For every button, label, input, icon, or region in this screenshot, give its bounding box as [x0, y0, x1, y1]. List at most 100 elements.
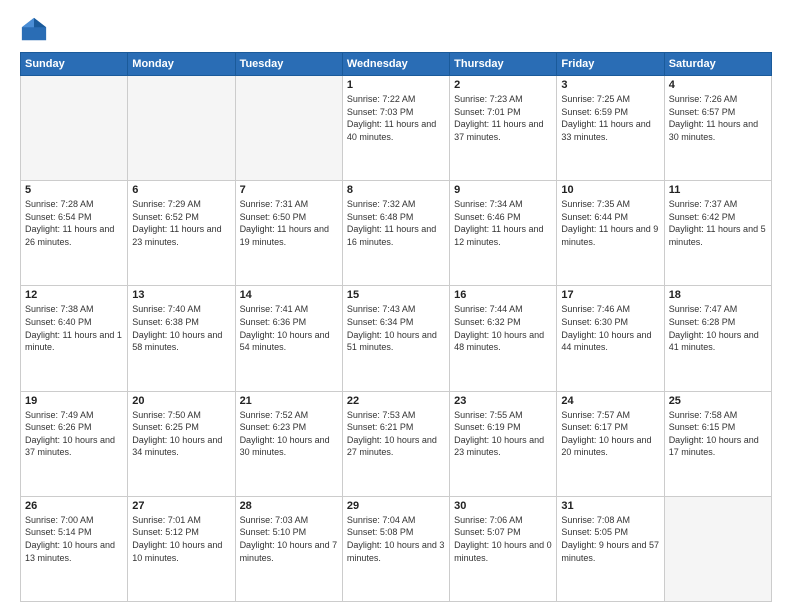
- day-cell: [664, 496, 771, 601]
- day-info: Sunrise: 7:03 AM Sunset: 5:10 PM Dayligh…: [240, 514, 338, 564]
- day-info: Sunrise: 7:31 AM Sunset: 6:50 PM Dayligh…: [240, 198, 338, 248]
- day-info: Sunrise: 7:50 AM Sunset: 6:25 PM Dayligh…: [132, 409, 230, 459]
- day-number: 1: [347, 79, 445, 91]
- day-number: 22: [347, 395, 445, 407]
- day-number: 10: [561, 184, 659, 196]
- day-cell: 30 Sunrise: 7:06 AM Sunset: 5:07 PM Dayli…: [450, 496, 557, 601]
- day-cell: 1 Sunrise: 7:22 AM Sunset: 7:03 PM Daylig…: [342, 76, 449, 181]
- day-number: 17: [561, 289, 659, 301]
- weekday-header-monday: Monday: [128, 53, 235, 76]
- day-cell: 8Sunrise: 7:32 AM Sunset: 6:48 PM Daylig…: [342, 181, 449, 286]
- day-cell: 7 Sunrise: 7:31 AM Sunset: 6:50 PM Daylig…: [235, 181, 342, 286]
- day-info: Sunrise: 7:04 AM Sunset: 5:08 PM Dayligh…: [347, 514, 445, 564]
- day-cell: 22 Sunrise: 7:53 AM Sunset: 6:21 PM Dayli…: [342, 391, 449, 496]
- day-cell: 19 Sunrise: 7:49 AM Sunset: 6:26 PM Dayli…: [21, 391, 128, 496]
- day-cell: 20 Sunrise: 7:50 AM Sunset: 6:25 PM Dayli…: [128, 391, 235, 496]
- day-cell: 15Sunrise: 7:43 AM Sunset: 6:34 PM Dayli…: [342, 286, 449, 391]
- week-row-4: 19 Sunrise: 7:49 AM Sunset: 6:26 PM Dayli…: [21, 391, 772, 496]
- day-number: 29: [347, 500, 445, 512]
- day-cell: 13 Sunrise: 7:40 AM Sunset: 6:38 PM Dayli…: [128, 286, 235, 391]
- day-info: Sunrise: 7:26 AM Sunset: 6:57 PM Dayligh…: [669, 93, 767, 143]
- day-cell: 29 Sunrise: 7:04 AM Sunset: 5:08 PM Dayli…: [342, 496, 449, 601]
- day-number: 25: [669, 395, 767, 407]
- day-info: Sunrise: 7:40 AM Sunset: 6:38 PM Dayligh…: [132, 303, 230, 353]
- day-info: Sunrise: 7:29 AM Sunset: 6:52 PM Dayligh…: [132, 198, 230, 248]
- day-cell: 21 Sunrise: 7:52 AM Sunset: 6:23 PM Dayli…: [235, 391, 342, 496]
- page: SundayMondayTuesdayWednesdayThursdayFrid…: [0, 0, 792, 612]
- weekday-header-row: SundayMondayTuesdayWednesdayThursdayFrid…: [21, 53, 772, 76]
- day-cell: 18 Sunrise: 7:47 AM Sunset: 6:28 PM Dayli…: [664, 286, 771, 391]
- day-info: Sunrise: 7:23 AM Sunset: 7:01 PM Dayligh…: [454, 93, 552, 143]
- day-number: 28: [240, 500, 338, 512]
- day-cell: 4 Sunrise: 7:26 AM Sunset: 6:57 PM Daylig…: [664, 76, 771, 181]
- day-info: Sunrise: 7:28 AM Sunset: 6:54 PM Dayligh…: [25, 198, 123, 248]
- day-number: 21: [240, 395, 338, 407]
- day-info: Sunrise: 7:58 AM Sunset: 6:15 PM Dayligh…: [669, 409, 767, 459]
- day-info: Sunrise: 7:01 AM Sunset: 5:12 PM Dayligh…: [132, 514, 230, 564]
- day-number: 11: [669, 184, 767, 196]
- week-row-5: 26 Sunrise: 7:00 AM Sunset: 5:14 PM Dayli…: [21, 496, 772, 601]
- day-cell: 23Sunrise: 7:55 AM Sunset: 6:19 PM Dayli…: [450, 391, 557, 496]
- weekday-header-friday: Friday: [557, 53, 664, 76]
- day-info: Sunrise: 7:52 AM Sunset: 6:23 PM Dayligh…: [240, 409, 338, 459]
- day-cell: 12Sunrise: 7:38 AM Sunset: 6:40 PM Dayli…: [21, 286, 128, 391]
- week-row-3: 12Sunrise: 7:38 AM Sunset: 6:40 PM Dayli…: [21, 286, 772, 391]
- day-number: 27: [132, 500, 230, 512]
- day-number: 13: [132, 289, 230, 301]
- day-cell: 5 Sunrise: 7:28 AM Sunset: 6:54 PM Daylig…: [21, 181, 128, 286]
- day-cell: 3Sunrise: 7:25 AM Sunset: 6:59 PM Daylig…: [557, 76, 664, 181]
- day-cell: 31 Sunrise: 7:08 AM Sunset: 5:05 PM Dayli…: [557, 496, 664, 601]
- day-info: Sunrise: 7:35 AM Sunset: 6:44 PM Dayligh…: [561, 198, 659, 248]
- day-info: Sunrise: 7:43 AM Sunset: 6:34 PM Dayligh…: [347, 303, 445, 353]
- day-cell: 10 Sunrise: 7:35 AM Sunset: 6:44 PM Dayli…: [557, 181, 664, 286]
- day-info: Sunrise: 7:44 AM Sunset: 6:32 PM Dayligh…: [454, 303, 552, 353]
- day-cell: 17 Sunrise: 7:46 AM Sunset: 6:30 PM Dayli…: [557, 286, 664, 391]
- day-info: Sunrise: 7:25 AM Sunset: 6:59 PM Dayligh…: [561, 93, 659, 143]
- weekday-header-wednesday: Wednesday: [342, 53, 449, 76]
- day-cell: [235, 76, 342, 181]
- day-cell: 16Sunrise: 7:44 AM Sunset: 6:32 PM Dayli…: [450, 286, 557, 391]
- day-number: 7: [240, 184, 338, 196]
- day-number: 4: [669, 79, 767, 91]
- day-number: 6: [132, 184, 230, 196]
- day-info: Sunrise: 7:08 AM Sunset: 5:05 PM Dayligh…: [561, 514, 659, 564]
- weekday-header-sunday: Sunday: [21, 53, 128, 76]
- day-info: Sunrise: 7:37 AM Sunset: 6:42 PM Dayligh…: [669, 198, 767, 248]
- day-info: Sunrise: 7:57 AM Sunset: 6:17 PM Dayligh…: [561, 409, 659, 459]
- calendar-table: SundayMondayTuesdayWednesdayThursdayFrid…: [20, 52, 772, 602]
- day-info: Sunrise: 7:55 AM Sunset: 6:19 PM Dayligh…: [454, 409, 552, 459]
- logo-icon: [20, 16, 48, 44]
- day-number: 12: [25, 289, 123, 301]
- day-cell: 6 Sunrise: 7:29 AM Sunset: 6:52 PM Daylig…: [128, 181, 235, 286]
- day-number: 30: [454, 500, 552, 512]
- day-info: Sunrise: 7:46 AM Sunset: 6:30 PM Dayligh…: [561, 303, 659, 353]
- week-row-2: 5 Sunrise: 7:28 AM Sunset: 6:54 PM Daylig…: [21, 181, 772, 286]
- day-info: Sunrise: 7:06 AM Sunset: 5:07 PM Dayligh…: [454, 514, 552, 564]
- day-number: 18: [669, 289, 767, 301]
- header: [20, 16, 772, 44]
- day-number: 9: [454, 184, 552, 196]
- day-number: 8: [347, 184, 445, 196]
- day-cell: 9 Sunrise: 7:34 AM Sunset: 6:46 PM Daylig…: [450, 181, 557, 286]
- day-info: Sunrise: 7:34 AM Sunset: 6:46 PM Dayligh…: [454, 198, 552, 248]
- day-number: 5: [25, 184, 123, 196]
- week-row-1: 1 Sunrise: 7:22 AM Sunset: 7:03 PM Daylig…: [21, 76, 772, 181]
- day-number: 14: [240, 289, 338, 301]
- logo: [20, 16, 52, 44]
- day-info: Sunrise: 7:53 AM Sunset: 6:21 PM Dayligh…: [347, 409, 445, 459]
- day-cell: 27 Sunrise: 7:01 AM Sunset: 5:12 PM Dayli…: [128, 496, 235, 601]
- day-cell: 28 Sunrise: 7:03 AM Sunset: 5:10 PM Dayli…: [235, 496, 342, 601]
- day-info: Sunrise: 7:41 AM Sunset: 6:36 PM Dayligh…: [240, 303, 338, 353]
- day-cell: 26 Sunrise: 7:00 AM Sunset: 5:14 PM Dayli…: [21, 496, 128, 601]
- day-info: Sunrise: 7:47 AM Sunset: 6:28 PM Dayligh…: [669, 303, 767, 353]
- day-cell: [21, 76, 128, 181]
- day-number: 19: [25, 395, 123, 407]
- weekday-header-saturday: Saturday: [664, 53, 771, 76]
- day-number: 20: [132, 395, 230, 407]
- day-number: 2: [454, 79, 552, 91]
- day-info: Sunrise: 7:49 AM Sunset: 6:26 PM Dayligh…: [25, 409, 123, 459]
- day-number: 26: [25, 500, 123, 512]
- day-info: Sunrise: 7:00 AM Sunset: 5:14 PM Dayligh…: [25, 514, 123, 564]
- day-number: 31: [561, 500, 659, 512]
- day-info: Sunrise: 7:22 AM Sunset: 7:03 PM Dayligh…: [347, 93, 445, 143]
